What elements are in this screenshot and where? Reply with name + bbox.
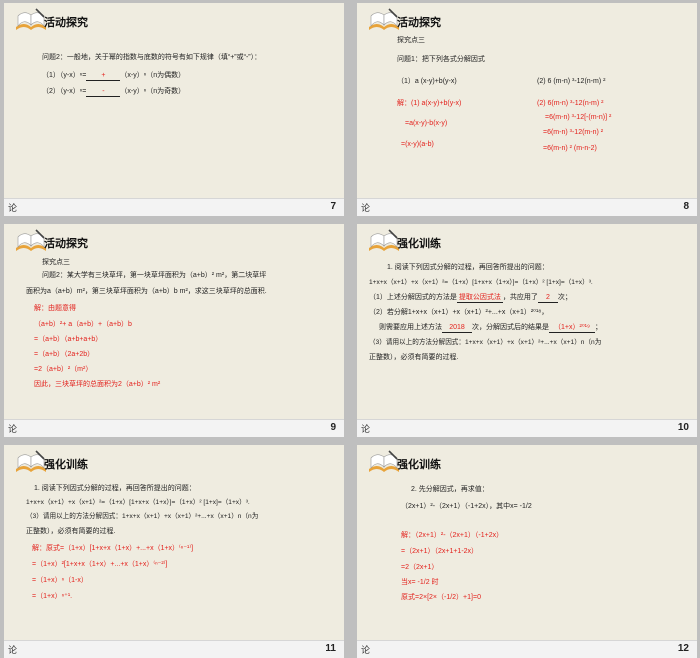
solution-line-1: 解：原式=（1+x）[1+x+x（1+x）+...+x（1+x）⁽ⁿ⁻¹⁾] <box>32 545 194 552</box>
slide-footer: 论 11 <box>4 640 344 658</box>
slide-footer: 论 12 <box>357 640 697 658</box>
solution-line-4: 当x= -1/2 时 <box>401 579 439 586</box>
answer-2-line-1: （2）若分解1+x+x（x+1）+x（x+1）²+...+x（x+1）²⁰¹⁸， <box>369 309 549 316</box>
solution-line-1: 解：（2x+1）²-（2x+1）（-1+2x） <box>401 532 504 539</box>
open-book-icon <box>16 8 46 30</box>
expression-text: （2x+1）²-（2x+1）（-1+2x），其中x= -1/2 <box>401 503 532 510</box>
solution-1-line-3: =(x-y)(a-b) <box>401 141 434 148</box>
section-label: 探究点三 <box>42 259 70 266</box>
solution-line-3: =2（2x+1） <box>401 564 439 571</box>
section-label: 探究点三 <box>397 37 425 44</box>
question-text: 问题2：一般地，关于幂的指数与底数的符号有如下规律（填“+”或“-”）： <box>42 54 262 61</box>
solution-line-4: =（a+b）（2a+2b） <box>34 351 95 358</box>
rule-line-2: （2）（y-x）ⁿ= - （x-y）ⁿ（n为奇数） <box>42 88 186 97</box>
slide-number: 12 <box>677 643 689 654</box>
open-book-icon <box>369 450 399 472</box>
solution-line-3: =（1+x）ⁿ（1-x） <box>32 577 88 584</box>
question-text: 1. 阅读下列因式分解的过程，再回答所提出的问题： <box>387 264 549 271</box>
open-book-icon <box>16 450 46 472</box>
slide-title: 强化训练 <box>44 459 88 471</box>
slide-title: 强化训练 <box>397 238 441 250</box>
open-book-icon <box>16 229 46 251</box>
example-text: 1+x+x（x+1）+x（x+1）²=（1+x）[1+x+x（1+x）]=（1+… <box>26 499 250 506</box>
solution-line-1: 解：由题意得 <box>34 305 76 312</box>
slide-number: 8 <box>683 201 689 212</box>
answer-1: （1）上述分解因式的方法是 提取公因式法 ，共应用了 2 次； <box>369 294 572 303</box>
solution-1-line-1: 解：(1) a(x-y)+b(y-x) <box>397 100 462 107</box>
slide-title: 活动探究 <box>44 238 88 250</box>
solution-line-5: 原式=2×[2×（-1/2）+1]=0 <box>401 594 481 601</box>
solution-line-5: =2（a+b）²（m²） <box>34 366 93 373</box>
slide-footer: 论 7 <box>4 198 344 216</box>
solution-line-2: （a+b）²+ a（a+b）+（a+b）b <box>34 321 132 328</box>
slide-number: 7 <box>330 201 336 212</box>
slide-thumbnail-10[interactable]: 强化训练 1. 阅读下列因式分解的过程，再回答所提出的问题： 1+x+x（x+1… <box>357 224 697 437</box>
solution-line-2: =（1+x）²[1+x+x（1+x）+...+x（1+x）⁽ⁿ⁻²⁾] <box>32 561 168 568</box>
problem-2: (2) 6 (m-n) ³-12(n-m) ² <box>537 78 606 85</box>
solution-2-line-2: =6(m-n) ³-12[-(m-n)] ² <box>545 114 612 121</box>
solution-2-line-4: =6(m-n) ² (m-n-2) <box>543 145 597 152</box>
question-text: 问题1：把下列各式分解因式 <box>397 56 485 63</box>
answer-3-line-2: 正整数），必须有简要的过程. <box>369 354 459 361</box>
slide-number: 10 <box>677 422 689 433</box>
slide-thumbnail-7[interactable]: 活动探究 问题2：一般地，关于幂的指数与底数的符号有如下规律（填“+”或“-”）… <box>4 3 344 216</box>
open-book-icon <box>369 229 399 251</box>
slide-thumbnail-11[interactable]: 强化训练 1. 阅读下列因式分解的过程，再回答所提出的问题： 1+x+x（x+1… <box>4 445 344 658</box>
slide-footer: 论 10 <box>357 419 697 437</box>
slide-number: 9 <box>330 422 336 433</box>
solution-line-3: =（a+b）（a+b+a+b） <box>34 336 103 343</box>
open-book-icon <box>369 8 399 30</box>
example-text: 1+x+x（x+1）+x（x+1）²=（1+x）[1+x+x（1+x）]=（1+… <box>369 279 593 286</box>
solution-2-line-1: (2) 6(m-n) ³-12(n-m) ² <box>537 100 604 107</box>
slide-footer: 论 9 <box>4 419 344 437</box>
problem-1: （1）a (x-y)+b(y-x) <box>397 78 457 85</box>
solution-2-line-3: =6(m-n) ³-12(m-n) ² <box>543 129 604 136</box>
question-text: 2. 先分解因式，再求值： <box>411 486 489 493</box>
slide-thumbnail-12[interactable]: 强化训练 2. 先分解因式，再求值： （2x+1）²-（2x+1）（-1+2x）… <box>357 445 697 658</box>
slide-title: 活动探究 <box>397 17 441 29</box>
slide-thumbnail-8[interactable]: 活动探究 探究点三 问题1：把下列各式分解因式 （1）a (x-y)+b(y-x… <box>357 3 697 216</box>
answer-2-line-2: 则需要应用上述方法 2018 次，分解因式后的结果是 （1+x）²⁰¹⁹； <box>379 324 602 333</box>
answer-3-line-1: （3）请用以上的方法分解因式：1+x+x（x+1）+x（x+1）²+...+x（… <box>369 339 602 346</box>
question-3-line-1: （3）请用以上的方法分解因式：1+x+x（x+1）+x（x+1）²+...+x（… <box>26 513 259 520</box>
solution-line-6: 因此，三块草坪的总面积为2（a+b）² m² <box>34 381 161 388</box>
slide-title: 活动探究 <box>44 17 88 29</box>
question-text: 1. 阅读下列因式分解的过程，再回答所提出的问题： <box>34 485 196 492</box>
slide-footer: 论 8 <box>357 198 697 216</box>
slide-title: 强化训练 <box>397 459 441 471</box>
slide-number: 11 <box>325 643 336 654</box>
question-line-1: 问题2：某大学有三块草坪，第一块草坪面积为（a+b）² m²，第二块草坪 <box>42 272 267 279</box>
question-line-2: 面积为a（a+b）m²，第三块草坪面积为（a+b）b m²，求这三块草坪的总面积… <box>26 288 267 295</box>
rule-line-1: （1）（y-x）ⁿ= + （x-y）ⁿ（n为偶数） <box>42 72 186 81</box>
solution-1-line-2: =a(x-y)-b(x-y) <box>405 120 448 127</box>
solution-line-2: =（2x+1）（2x+1+1-2x） <box>401 548 479 555</box>
slide-thumbnail-9[interactable]: 活动探究 探究点三 问题2：某大学有三块草坪，第一块草坪面积为（a+b）² m²… <box>4 224 344 437</box>
question-3-line-2: 正整数），必须有简要的过程. <box>26 528 116 535</box>
solution-line-4: =（1+x）ⁿ⁺¹. <box>32 593 73 600</box>
